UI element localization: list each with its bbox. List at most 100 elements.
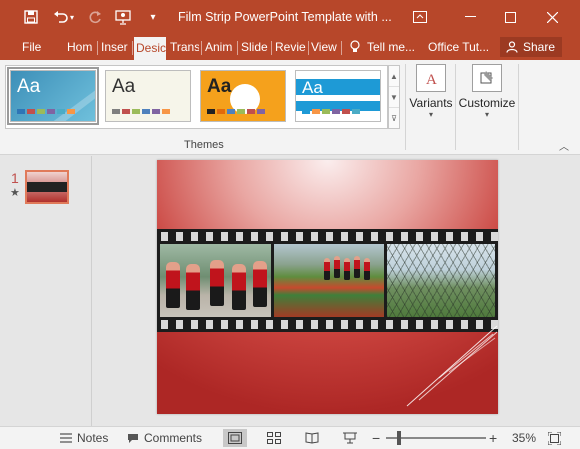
chevron-down-icon: ▾ — [428, 110, 433, 119]
tab-review[interactable]: Revie — [275, 34, 306, 60]
maximize-icon[interactable] — [490, 0, 530, 34]
theme-swatches — [17, 109, 75, 114]
collapse-ribbon-icon[interactable]: ︿ — [559, 138, 569, 153]
color-swatch — [37, 109, 45, 114]
window-title: Film Strip PowerPoint Template with ... — [178, 10, 392, 24]
zoom-slider-thumb[interactable] — [397, 431, 401, 445]
color-swatch — [207, 109, 215, 114]
ribbon-tabs: File Hom Inser Desic Trans Anim Slide Re… — [0, 34, 580, 60]
tab-animations[interactable]: Anim — [205, 34, 235, 60]
normal-view-button[interactable] — [223, 429, 247, 447]
decorative-lines — [406, 325, 498, 407]
zoom-out-button[interactable]: − — [372, 427, 380, 449]
fit-slide-button[interactable] — [548, 427, 561, 449]
themes-group-label: Themes — [184, 139, 224, 151]
color-swatch — [312, 109, 320, 114]
tab-file[interactable]: File — [22, 34, 44, 60]
status-bar: Notes Comments − + 35% — [0, 426, 580, 449]
theme-thumbnail[interactable]: Aa — [295, 70, 381, 122]
scroll-down-icon[interactable]: ▼ — [389, 87, 399, 108]
slide-show-button[interactable] — [338, 429, 362, 447]
ribbon-display-icon[interactable] — [400, 0, 440, 34]
close-icon[interactable] — [532, 0, 572, 34]
color-swatch — [152, 109, 160, 114]
theme-swatches — [207, 109, 265, 114]
slides-pane: 1 ★ — [0, 156, 92, 426]
tab-design[interactable]: Desic — [134, 37, 166, 60]
notes-icon — [60, 433, 72, 443]
tab-insert[interactable]: Inser — [101, 34, 130, 60]
color-swatch — [27, 109, 35, 114]
person-icon — [506, 41, 518, 53]
color-swatch — [132, 109, 140, 114]
themes-gallery: Aa Aa Aa Aa — [5, 65, 388, 129]
lightbulb-icon[interactable] — [350, 34, 364, 60]
color-swatch — [17, 109, 25, 114]
color-swatch — [302, 109, 310, 114]
color-swatch — [257, 109, 265, 114]
customize-qat-icon[interactable]: ▾ — [142, 6, 164, 28]
tab-view[interactable]: View — [311, 34, 339, 60]
normal-view-icon — [228, 432, 242, 444]
ribbon: Aa Aa Aa Aa ▲ ▼ ⊽ Themes A Variants ▾ Cu… — [0, 60, 580, 155]
variants-icon: A — [416, 64, 446, 92]
slide-sorter-button[interactable] — [262, 429, 286, 447]
customize-label: Customize — [458, 96, 516, 110]
color-swatch — [122, 109, 130, 114]
zoom-in-button[interactable]: + — [489, 427, 497, 449]
gallery-more-icon[interactable]: ⊽ — [389, 108, 399, 129]
scroll-up-icon[interactable]: ▲ — [389, 66, 399, 87]
redo-icon[interactable] — [84, 6, 106, 28]
presenter-icon[interactable] — [112, 6, 134, 28]
color-swatch — [47, 109, 55, 114]
customize-button[interactable]: Customize ▾ — [457, 64, 517, 134]
undo-dropdown-icon[interactable]: ▾ — [66, 6, 78, 28]
theme-thumbnail[interactable]: Aa — [105, 70, 191, 122]
color-swatch — [162, 109, 170, 114]
theme-thumbnail[interactable]: Aa — [200, 70, 286, 122]
tab-home[interactable]: Hom — [67, 34, 95, 60]
reading-view-icon — [305, 432, 319, 444]
notes-button[interactable]: Notes — [60, 427, 108, 449]
minimize-icon[interactable] — [450, 0, 490, 34]
color-swatch — [227, 109, 235, 114]
color-swatch — [67, 109, 75, 114]
tell-me-search[interactable]: Tell me... — [367, 34, 419, 60]
color-swatch — [217, 109, 225, 114]
save-icon[interactable] — [20, 6, 42, 28]
zoom-level[interactable]: 35% — [512, 427, 536, 449]
customize-icon — [472, 64, 502, 92]
comments-label: Comments — [144, 431, 203, 445]
gallery-scroller[interactable]: ▲ ▼ ⊽ — [388, 65, 400, 129]
notes-label: Notes — [77, 431, 109, 445]
variants-label: Variants — [409, 96, 453, 110]
share-button[interactable]: Share — [500, 37, 562, 57]
svg-text:A: A — [426, 72, 437, 87]
tab-transitions[interactable]: Trans — [170, 34, 199, 60]
color-swatch — [352, 109, 360, 114]
zoom-slider[interactable] — [386, 437, 486, 439]
tab-slide-show[interactable]: Slide — [241, 34, 269, 60]
color-swatch — [112, 109, 120, 114]
fit-to-window-icon — [548, 431, 561, 445]
chevron-down-icon: ▾ — [484, 110, 489, 119]
theme-sample-text: Aa — [112, 76, 136, 97]
variants-button[interactable]: A Variants ▾ — [401, 64, 461, 134]
theme-sample-text: Aa — [302, 78, 323, 97]
color-swatch — [332, 109, 340, 114]
color-swatch — [322, 109, 330, 114]
slide-thumbnail[interactable] — [25, 170, 69, 204]
color-swatch — [57, 109, 65, 114]
share-label: Share — [523, 40, 556, 54]
slide-canvas[interactable] — [157, 160, 498, 414]
theme-thumbnail[interactable]: Aa — [7, 67, 99, 125]
reading-view-button[interactable] — [300, 429, 324, 447]
tab-office-tutorials[interactable]: Office Tut... — [428, 34, 494, 60]
theme-swatches — [112, 109, 170, 114]
comment-icon — [128, 433, 138, 443]
slide-show-icon — [343, 432, 357, 444]
comments-button[interactable]: Comments — [127, 427, 202, 449]
color-swatch — [342, 109, 350, 114]
color-swatch — [237, 109, 245, 114]
color-swatch — [247, 109, 255, 114]
